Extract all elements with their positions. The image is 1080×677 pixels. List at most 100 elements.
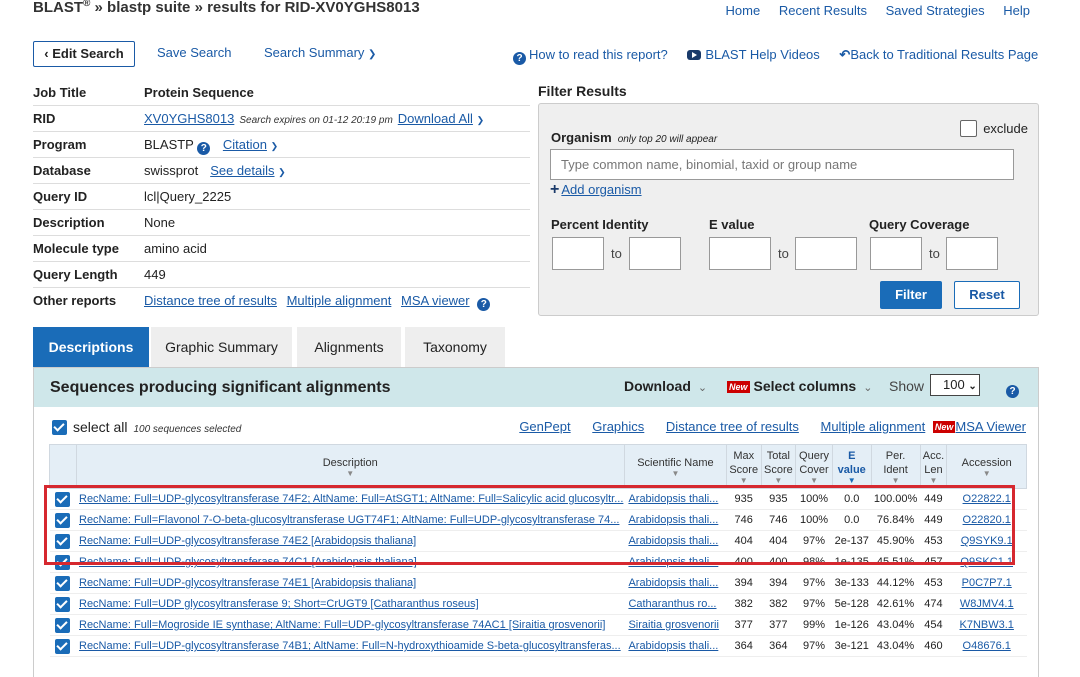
header-scientific-name[interactable]: Scientific Name ▼ [623,444,727,489]
msa-viewer-link[interactable]: MSA viewer [401,293,470,308]
table-cell: O22820.1 [946,509,1027,531]
help-videos-link[interactable]: BLAST Help Videos [687,47,820,62]
how-to-read-link[interactable]: ? How to read this report? [513,47,668,65]
nav-help[interactable]: Help [1003,3,1030,18]
help-icon[interactable]: ? [1006,380,1022,398]
row-scientific-name-link[interactable]: Arabidopsis thali... [628,493,718,505]
video-icon [687,50,702,60]
breadcrumb-path: » blastp suite » results for RID-XV0YGHS… [90,0,420,16]
header-per-ident[interactable]: Per. Ident ▼ [870,444,921,489]
percent-identity-min-input[interactable] [552,237,604,270]
multiple-alignment-link[interactable]: Multiple alignment [821,419,926,434]
add-organism-link[interactable]: + Add organism [550,181,642,199]
filter-button[interactable]: Filter [880,281,942,309]
row-description-link[interactable]: RecName: Full=Flavonol 7-O-beta-glucosyl… [79,514,619,526]
row-query-cover: 98% [803,556,826,568]
edit-search-button[interactable]: ‹ Edit Search [33,41,135,67]
organism-input[interactable]: Type common name, binomial, taxid or gro… [550,149,1014,180]
back-traditional-link[interactable]: ↶Back to Traditional Results Page [839,47,1038,62]
question-icon[interactable]: ? [477,298,491,311]
row-description-link[interactable]: RecName: Full=UDP-glycosyltransferase 74… [79,493,623,505]
row-checkbox[interactable] [55,512,71,528]
header-max-score[interactable]: Max Score ▼ [725,444,762,489]
header-query-cover[interactable]: Query Cover ▼ [795,444,833,489]
msa-viewer-link[interactable]: New MSA Viewer [932,419,1026,434]
tab-descriptions[interactable]: Descriptions [33,327,149,367]
tab-alignments[interactable]: Alignments [297,327,401,367]
row-description-link[interactable]: RecName: Full=UDP-glycosyltransferase 74… [79,556,417,568]
row-scientific-name-link[interactable]: Catharanthus ro... [628,598,716,610]
row-accession-link[interactable]: O22822.1 [963,493,1011,505]
citation-link[interactable]: Citation [223,137,267,152]
header-acc-len[interactable]: Acc. Len ▼ [919,444,948,489]
distance-tree-link[interactable]: Distance tree of results [144,293,277,308]
row-scientific-name-link[interactable]: Arabidopsis thali... [628,556,718,568]
search-summary-dropdown[interactable]: Search Summary ❯ [264,45,376,60]
row-description-link[interactable]: RecName: Full=UDP glycosyltransferase 9;… [79,598,479,610]
row-acc-len: 453 [924,535,943,547]
download-all-link[interactable]: Download All [398,111,473,126]
select-all-checkbox[interactable]: select all 100 sequences selected [52,419,241,435]
row-checkbox[interactable] [55,533,71,549]
graphics-link[interactable]: Graphics [592,419,644,434]
row-checkbox[interactable] [55,491,71,507]
header-accession[interactable]: Accession ▼ [946,444,1027,489]
header-description[interactable]: Description ▼ [75,444,625,489]
evalue-min-input[interactable] [709,237,771,270]
percent-identity-max-input[interactable] [629,237,681,270]
row-description-link[interactable]: RecName: Full=Mogroside IE synthase; Alt… [79,619,605,631]
reset-button[interactable]: Reset [954,281,1020,309]
multiple-alignment-link[interactable]: Multiple alignment [287,293,392,308]
row-accession-link[interactable]: O48676.1 [963,640,1011,652]
row-scientific-name-link[interactable]: Arabidopsis thali... [628,535,718,547]
row-total-score: 404 [769,535,788,547]
row-checkbox[interactable] [55,617,71,633]
nav-recent-results[interactable]: Recent Results [779,3,867,18]
evalue-max-input[interactable] [795,237,857,270]
table-cell: 5e-128 [832,593,872,615]
genpept-link[interactable]: GenPept [519,419,570,434]
row-checkbox[interactable] [55,638,71,654]
table-cell: 2e-137 [832,530,872,552]
row-description-link[interactable]: RecName: Full=UDP-glycosyltransferase 74… [79,640,621,652]
distance-tree-link[interactable]: Distance tree of results [666,419,799,434]
row-scientific-name-link[interactable]: Siraitia grosvenorii [628,619,718,631]
query-coverage-min-input[interactable] [870,237,922,270]
row-accession-link[interactable]: O22820.1 [963,514,1011,526]
header-evalue[interactable]: E value ▼ [831,444,872,489]
rid-link[interactable]: XV0YGHS8013 [144,111,234,126]
row-accession-link[interactable]: W8JMV4.1 [960,598,1014,610]
tab-taxonomy[interactable]: Taxonomy [405,327,505,367]
show-count-select[interactable]: 100 ⌄ [930,374,980,396]
table-cell: 449 [920,509,947,531]
row-checkbox[interactable] [55,554,71,570]
row-accession-link[interactable]: Q9SKC1.1 [960,556,1013,568]
query-coverage-max-input[interactable] [946,237,998,270]
see-details-link[interactable]: See details [210,163,274,178]
row-scientific-name-link[interactable]: Arabidopsis thali... [628,514,718,526]
row-accession-link[interactable]: P0C7P7.1 [962,577,1012,589]
table-cell: 382 [761,593,796,615]
row-scientific-name-link[interactable]: Arabidopsis thali... [628,640,718,652]
row-per-ident: 43.04% [876,619,915,631]
question-icon[interactable]: ? [197,142,211,155]
sort-arrow-icon: ▼ [671,468,680,478]
row-scientific-name-link[interactable]: Arabidopsis thali... [628,577,718,589]
save-search-link[interactable]: Save Search [157,45,231,60]
table-cell: 453 [920,572,947,594]
row-accession-link[interactable]: Q9SYK9.1 [961,535,1013,547]
select-columns-dropdown[interactable]: New Select columns ⌄ [727,378,872,394]
row-description-link[interactable]: RecName: Full=UDP-glycosyltransferase 74… [79,535,416,547]
row-description-link[interactable]: RecName: Full=UDP-glycosyltransferase 74… [79,577,416,589]
row-checkbox[interactable] [55,596,71,612]
row-accession-link[interactable]: K7NBW3.1 [960,619,1014,631]
nav-home[interactable]: Home [726,3,761,18]
database-row: Database swissprot See details ❯ [33,158,530,184]
blast-home-link[interactable]: BLAST [33,0,83,16]
exclude-checkbox[interactable]: exclude [960,120,1028,137]
download-dropdown[interactable]: Download ⌄ [624,378,707,394]
row-checkbox[interactable] [55,575,71,591]
header-total-score[interactable]: Total Score ▼ [760,444,797,489]
nav-saved-strategies[interactable]: Saved Strategies [886,3,985,18]
tab-graphic-summary[interactable]: Graphic Summary [151,327,292,367]
